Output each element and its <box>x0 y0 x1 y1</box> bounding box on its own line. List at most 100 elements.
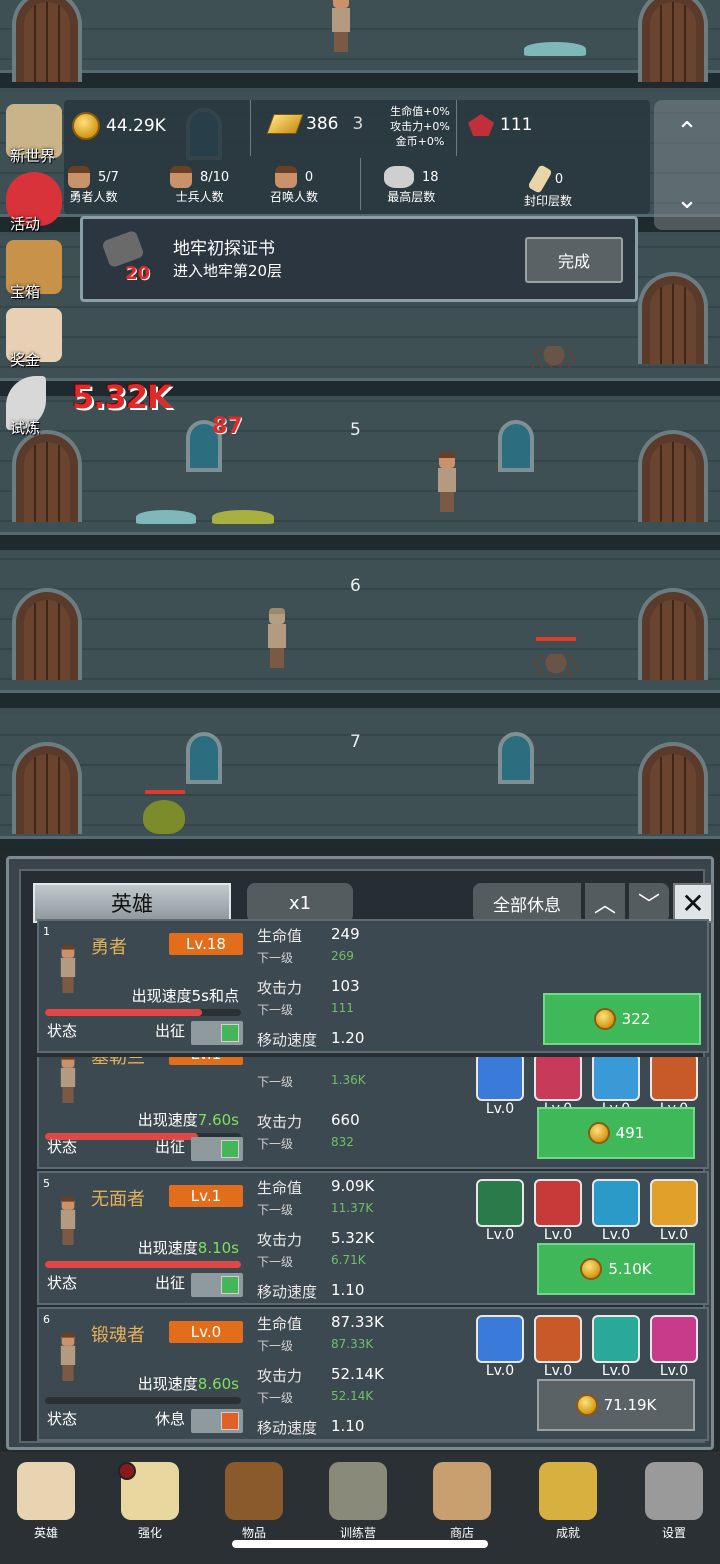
scroll-up-icon[interactable]: ⌃ <box>672 119 702 145</box>
summon-count-label: 召唤人数 <box>270 190 319 204</box>
hp-value: 9.09K <box>331 1177 375 1195</box>
buff-list: 生命值+0% 攻击力+0% 金币+0% <box>386 104 454 149</box>
spawn-speed: 出现速度5s和点 <box>132 985 239 1006</box>
equipment-level: Lv.0 <box>485 1227 515 1243</box>
hero-card[interactable]: 塞勒兰 Lv.1 出现速度7.60s 状态 出征 下一级 1.36K 攻击力 660 下一级 832… <box>37 1057 709 1169</box>
status-label: 状态 <box>47 1022 78 1040</box>
move-speed-label: 移动速度 <box>257 1283 318 1301</box>
max-floor: 18 最高层数 <box>384 166 439 205</box>
nav-label: 商店 <box>449 1526 474 1540</box>
deploy-toggle[interactable] <box>191 1409 243 1433</box>
door <box>638 0 708 82</box>
hero-portrait <box>59 1197 77 1245</box>
hero-list[interactable]: 1 勇者 Lv.18 出现速度5s和点 状态 出征 生命值 249 下一级 269 攻击力 103 下一… <box>21 871 709 1441</box>
atk-value: 103 <box>331 977 360 995</box>
hero-stats: 生命值 249 下一级 269 攻击力 103 下一级 111 移动速度 1.20 <box>257 921 457 1051</box>
menu-label: 新世界 <box>10 147 56 165</box>
hero-level-badge: Lv.18 <box>169 933 243 955</box>
key-icon <box>539 1462 597 1520</box>
hero-panel: 英雄 x1 全部休息 ︿ ﹀ ✕ 1 勇者 Lv.18 出现速度5s和点 状态 出征 生命值… <box>6 856 714 1450</box>
quest-complete-button[interactable]: 完成 <box>525 237 623 283</box>
stone-icon <box>384 166 414 188</box>
door <box>638 588 708 680</box>
hp-label: 生命值 <box>257 927 303 945</box>
nav-item-2[interactable]: 物品 <box>214 1462 294 1548</box>
menu-event[interactable]: 活动 <box>0 168 70 236</box>
gear-icon <box>645 1462 703 1520</box>
floor-number: 6 <box>350 576 361 596</box>
door <box>12 588 82 680</box>
damage-number-large: 5.32K <box>72 378 172 416</box>
equipment-slot[interactable]: Lv.0 <box>649 1179 699 1243</box>
hp-next-value: 87.33K <box>331 1337 374 1351</box>
slime-puddle <box>524 42 586 56</box>
equipment-slot[interactable]: Lv.0 <box>649 1315 699 1379</box>
damage-number-small: 87 <box>212 414 243 439</box>
equipment-slot[interactable]: Lv.0 <box>475 1179 525 1243</box>
deploy-label: 出征 <box>155 1022 186 1040</box>
hero-card[interactable]: 5 无面者 Lv.1 出现速度8.10s 状态 出征 生命值 9.09K 下一级 11.37K 攻击… <box>37 1171 709 1305</box>
lantern-icon <box>329 1462 387 1520</box>
window <box>498 420 534 472</box>
upgrade-button[interactable]: 322 <box>543 993 701 1045</box>
nav-item-1[interactable]: 强化 <box>110 1462 190 1548</box>
menu-chest[interactable]: 宝箱 <box>0 236 70 304</box>
deploy-toggle[interactable] <box>191 1137 243 1161</box>
gem-value: 111 <box>500 115 533 135</box>
upgrade-button[interactable]: 491 <box>537 1107 695 1159</box>
quest-panel: 20 地牢初探证书 进入地牢第20层 完成 <box>80 216 638 302</box>
hero-count-value: 5/7 <box>98 169 119 185</box>
nav-item-6[interactable]: 设置 <box>634 1462 714 1548</box>
equipment-slot[interactable]: Lv.0 <box>533 1315 583 1379</box>
nav-item-0[interactable]: 英雄 <box>6 1462 86 1548</box>
gold-coin-icon <box>587 1122 610 1144</box>
hero-card[interactable]: 1 勇者 Lv.18 出现速度5s和点 状态 出征 生命值 249 下一级 269 攻击力 103 下一… <box>37 919 709 1053</box>
upgrade-button[interactable]: 5.10K <box>537 1243 695 1295</box>
home-indicator[interactable] <box>232 1540 488 1548</box>
notification-dot <box>118 1462 136 1480</box>
helmet-icon <box>650 1179 698 1227</box>
equipment-slot[interactable]: Lv.0 <box>591 1179 641 1243</box>
equipment-slot[interactable]: Lv.0 <box>475 1057 525 1117</box>
atk-value: 660 <box>331 1111 360 1129</box>
hp-value: 249 <box>331 925 360 943</box>
hero-hp-bar <box>45 1397 241 1404</box>
scroll-down-icon[interactable]: ⌄ <box>672 187 702 213</box>
left-menu: 新世界 活动 宝箱 奖金 试炼 <box>0 100 70 440</box>
nav-item-4[interactable]: 商店 <box>422 1462 502 1548</box>
hero-card[interactable]: 6 锻魂者 Lv.0 出现速度8.60s 状态 休息 生命值 87.33K 下一级 87.33K 攻… <box>37 1307 709 1441</box>
nav-label: 强化 <box>137 1526 162 1540</box>
upgrade-cost: 322 <box>621 1010 651 1028</box>
spawn-speed-label: 出现速度5s和点 <box>131 987 239 1005</box>
equipment-row: Lv.0 Lv.0 Lv.0 Lv.0 <box>475 1179 699 1243</box>
deploy-toggle[interactable] <box>191 1021 243 1045</box>
menu-bonus[interactable]: 奖金 <box>0 304 70 372</box>
quest-title: 地牢初探证书 <box>173 239 275 259</box>
boots-icon <box>592 1057 640 1101</box>
atk-next-value: 6.71K <box>331 1253 366 1267</box>
equipment-slot[interactable]: Lv.0 <box>533 1179 583 1243</box>
door <box>12 0 82 82</box>
nav-item-3[interactable]: 训练营 <box>318 1462 398 1548</box>
hp-next-value: 269 <box>331 949 354 963</box>
hero-count: 5/7 勇者人数 <box>68 166 119 205</box>
equipment-slot[interactable]: Lv.0 <box>591 1315 641 1379</box>
hero-index: 6 <box>43 1313 50 1326</box>
boot-icon <box>650 1315 698 1363</box>
nav-label: 训练营 <box>339 1526 376 1540</box>
upgrade-button[interactable]: 71.19K <box>537 1379 695 1431</box>
atk-next-value: 52.14K <box>331 1389 374 1403</box>
equipment-level: Lv.0 <box>543 1363 573 1379</box>
menu-new-world[interactable]: 新世界 <box>0 100 70 168</box>
gem-icon <box>468 114 494 136</box>
move-speed-value: 1.10 <box>331 1281 365 1299</box>
equipment-slot[interactable]: Lv.0 <box>475 1315 525 1379</box>
summon-count-value: 0 <box>304 169 314 185</box>
menu-trial[interactable]: 试炼 <box>0 372 70 440</box>
nav-item-5[interactable]: 成就 <box>528 1462 608 1548</box>
hero-hp-bar <box>45 1261 241 1268</box>
spawn-speed-value: 7.60s <box>197 1111 239 1129</box>
hero-stats: 下一级1.36K攻击力660下一级832移动速度1.50 <box>257 1057 457 1169</box>
deploy-toggle[interactable] <box>191 1273 243 1297</box>
status-label: 状态 <box>47 1138 78 1156</box>
